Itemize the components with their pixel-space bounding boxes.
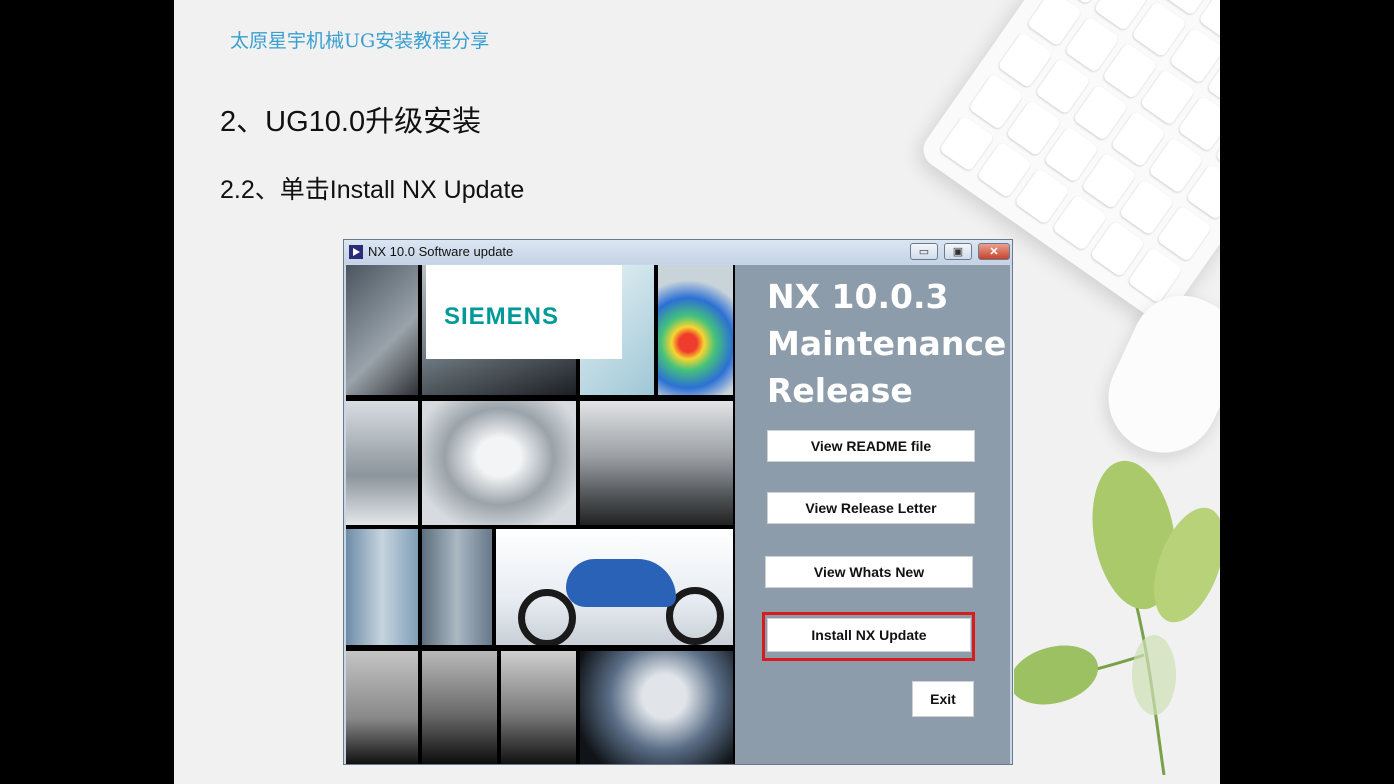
- view-readme-button[interactable]: View README file: [767, 430, 975, 462]
- exit-button[interactable]: Exit: [912, 681, 974, 717]
- view-release-letter-button[interactable]: View Release Letter: [767, 492, 975, 524]
- window-content: SIEMENS NX 10.0.3 Maintenance Release Vi…: [346, 265, 1010, 764]
- parts-image-3: [501, 651, 576, 764]
- release-type: Maintenance: [767, 324, 1007, 363]
- header-note: 太原星宇机械UG安装教程分享: [230, 30, 490, 52]
- car-image: [580, 401, 733, 525]
- airplane-image-2: [422, 401, 576, 525]
- release-heading: NX 10.0.3 Maintenance Release: [767, 273, 1007, 414]
- release-version: NX 10.0.3: [767, 277, 949, 316]
- install-nx-update-button[interactable]: Install NX Update: [767, 618, 971, 652]
- nx-update-window: NX 10.0 Software update ▭ ▣ ✕ SIEMENS NX…: [343, 239, 1013, 765]
- motorcycle-image: [496, 529, 733, 645]
- maximize-button[interactable]: ▣: [944, 243, 972, 260]
- view-whats-new-button[interactable]: View Whats New: [765, 556, 973, 588]
- siemens-logo: SIEMENS: [444, 303, 560, 330]
- close-button[interactable]: ✕: [978, 243, 1010, 260]
- slide-title: 2、UG10.0升级安装: [220, 106, 482, 138]
- engine-image-1: [346, 529, 418, 645]
- engine-image-2: [422, 529, 492, 645]
- parts-image-1: [346, 651, 418, 764]
- yacht-image-1: [346, 265, 418, 395]
- simulation-image: [658, 265, 733, 395]
- mouse-decoration: [1090, 279, 1220, 471]
- release-panel: NX 10.0.3 Maintenance Release View READM…: [735, 265, 1010, 764]
- minimize-button[interactable]: ▭: [910, 243, 938, 260]
- turbine-image: [580, 651, 733, 764]
- window-titlebar[interactable]: NX 10.0 Software update ▭ ▣ ✕: [344, 240, 1012, 264]
- siemens-logo-box: SIEMENS: [426, 265, 622, 359]
- plant-decoration: [1014, 460, 1220, 775]
- release-word: Release: [767, 371, 913, 410]
- nx-app-icon: [349, 245, 363, 259]
- window-title: NX 10.0 Software update: [368, 244, 514, 259]
- slide-subtitle: 2.2、单击Install NX Update: [220, 176, 525, 204]
- slide: 太原星宇机械UG安装教程分享 2、UG10.0升级安装 2.2、单击Instal…: [174, 0, 1220, 784]
- airplane-image-1: [346, 401, 418, 525]
- product-collage: SIEMENS: [346, 265, 733, 764]
- parts-image-2: [422, 651, 497, 764]
